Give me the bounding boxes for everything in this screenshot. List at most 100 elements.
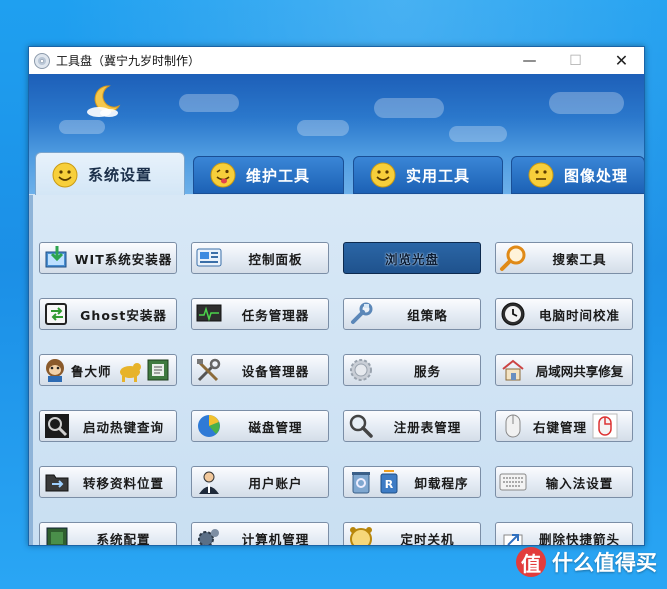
button-label: 搜索工具 xyxy=(552,251,607,267)
gear-icon xyxy=(195,525,223,545)
button-label: 局域网共享修复 xyxy=(535,363,624,379)
alarm-clock-icon xyxy=(347,525,375,545)
chip-icon xyxy=(144,357,172,383)
tab-maintenance-tools[interactable]: 维护工具 xyxy=(193,156,344,194)
ludashi-button[interactable]: 鲁大师 xyxy=(39,354,177,386)
task-monitor-icon xyxy=(195,301,223,327)
installer-icon xyxy=(43,245,71,271)
wit-installer-button[interactable]: WIT系统安装器 xyxy=(39,242,177,274)
smiley-icon xyxy=(52,162,78,187)
network-house-icon xyxy=(499,357,527,383)
remove-shortcut-arrow-button[interactable]: 删除快捷箭头 xyxy=(495,522,633,546)
disc-app-icon xyxy=(34,52,50,69)
cloud-decoration xyxy=(449,126,507,142)
gear-icon xyxy=(347,357,375,383)
button-label: 浏览光盘 xyxy=(384,251,439,267)
button-label: 用户账户 xyxy=(248,475,303,491)
button-label: 磁盘管理 xyxy=(248,419,303,435)
window-title: 工具盘（冀宁九岁时制作） xyxy=(56,54,201,68)
button-label: 组策略 xyxy=(407,307,448,323)
services-button[interactable]: 服务 xyxy=(343,354,481,386)
user-accounts-button[interactable]: 用户账户 xyxy=(191,466,329,498)
control-panel-button[interactable]: 控制面板 xyxy=(191,242,329,274)
tab-utilities[interactable]: 实用工具 xyxy=(353,156,503,194)
pie-disk-icon xyxy=(195,413,223,439)
cloud-decoration xyxy=(297,120,349,136)
button-label: 卸载程序 xyxy=(414,475,469,491)
browse-disc-button[interactable]: 浏览光盘 xyxy=(343,242,481,274)
tab-system-settings[interactable]: 系统设置 xyxy=(35,152,185,196)
tab-label: 系统设置 xyxy=(88,166,153,184)
task-manager-button[interactable]: 任务管理器 xyxy=(191,298,329,330)
tab-label: 图像处理 xyxy=(564,166,629,185)
ime-settings-button[interactable]: 输入法设置 xyxy=(495,466,633,498)
app-window: 工具盘（冀宁九岁时制作） — ☐ ✕ 系统设置 维护工具 实用工具 图像处理 W… xyxy=(28,46,645,546)
sky-banner xyxy=(29,74,644,154)
neutral-smiley-icon xyxy=(528,162,554,188)
magnifier-icon xyxy=(499,245,527,271)
trash-can-icon xyxy=(347,469,375,495)
folder-icon xyxy=(43,469,71,495)
red-mouse-icon xyxy=(591,413,619,439)
panel-edge xyxy=(29,195,33,545)
button-label: 右键管理 xyxy=(533,419,588,435)
watermark: 值 什么值得买 xyxy=(516,547,657,577)
button-label: 计算机管理 xyxy=(241,531,310,546)
lan-repair-button[interactable]: 局域网共享修复 xyxy=(495,354,633,386)
disk-management-button[interactable]: 磁盘管理 xyxy=(191,410,329,442)
button-label: 系统配置 xyxy=(96,531,151,546)
clock-icon xyxy=(499,301,527,327)
mouse-icon xyxy=(499,413,527,439)
right-click-manager-button[interactable]: 右键管理 xyxy=(495,410,633,442)
arrow-icon xyxy=(499,525,527,545)
button-label: 定时关机 xyxy=(400,531,455,546)
button-label: 输入法设置 xyxy=(545,475,614,491)
button-label: 设备管理器 xyxy=(241,363,310,379)
registry-button[interactable]: 注册表管理 xyxy=(343,410,481,442)
tab-label: 实用工具 xyxy=(406,166,471,185)
tab-label: 维护工具 xyxy=(246,166,311,185)
monkey-icon xyxy=(41,357,69,383)
shutdown-timer-button[interactable]: 定时关机 xyxy=(343,522,481,546)
device-manager-button[interactable]: 设备管理器 xyxy=(191,354,329,386)
ghost-installer-button[interactable]: Ghost安装器 xyxy=(39,298,177,330)
group-policy-button[interactable]: 组策略 xyxy=(343,298,481,330)
button-label: 鲁大师 xyxy=(71,363,112,379)
button-label: 启动热键查询 xyxy=(82,419,164,435)
cloud-decoration xyxy=(549,92,624,114)
cloud-decoration xyxy=(59,120,105,134)
button-label: 转移资料位置 xyxy=(82,475,164,491)
button-label: 电脑时间校准 xyxy=(538,307,620,323)
wrench-icon xyxy=(347,301,375,327)
minimize-button[interactable]: — xyxy=(507,47,552,74)
relocate-folders-button[interactable]: 转移资料位置 xyxy=(39,466,177,498)
control-panel-icon xyxy=(195,245,223,271)
maximize-button[interactable]: ☐ xyxy=(553,47,598,74)
title-bar: 工具盘（冀宁九岁时制作） — ☐ ✕ xyxy=(29,47,644,74)
system-config-button[interactable]: 系统配置 xyxy=(39,522,177,546)
cloud-decoration xyxy=(179,94,239,112)
moon-icon xyxy=(87,85,121,117)
watermark-text: 什么值得买 xyxy=(552,551,657,575)
close-button[interactable]: ✕ xyxy=(599,47,644,74)
hotkey-query-button[interactable]: 启动热键查询 xyxy=(39,410,177,442)
uninstall-button[interactable]: R 卸载程序 xyxy=(343,466,481,498)
button-label: 任务管理器 xyxy=(241,307,310,323)
tools-icon xyxy=(195,357,223,383)
search-tool-button[interactable]: 搜索工具 xyxy=(495,242,633,274)
button-label: 删除快捷箭头 xyxy=(538,531,620,546)
clock-sync-button[interactable]: 电脑时间校准 xyxy=(495,298,633,330)
uninstall-icon: R xyxy=(375,469,403,495)
tongue-smiley-icon xyxy=(210,162,236,188)
magnifier-icon xyxy=(43,413,71,439)
computer-management-button[interactable]: 计算机管理 xyxy=(191,522,329,546)
button-label: 服务 xyxy=(413,363,441,379)
keyboard-icon xyxy=(499,469,527,495)
button-label: WIT系统安装器 xyxy=(74,251,173,267)
cloud-decoration xyxy=(374,98,444,118)
ghost-icon xyxy=(43,301,71,327)
watermark-logo: 值 xyxy=(516,547,546,577)
smiley-icon xyxy=(370,162,396,188)
chip-icon xyxy=(43,525,71,545)
tab-image-processing[interactable]: 图像处理 xyxy=(511,156,644,194)
